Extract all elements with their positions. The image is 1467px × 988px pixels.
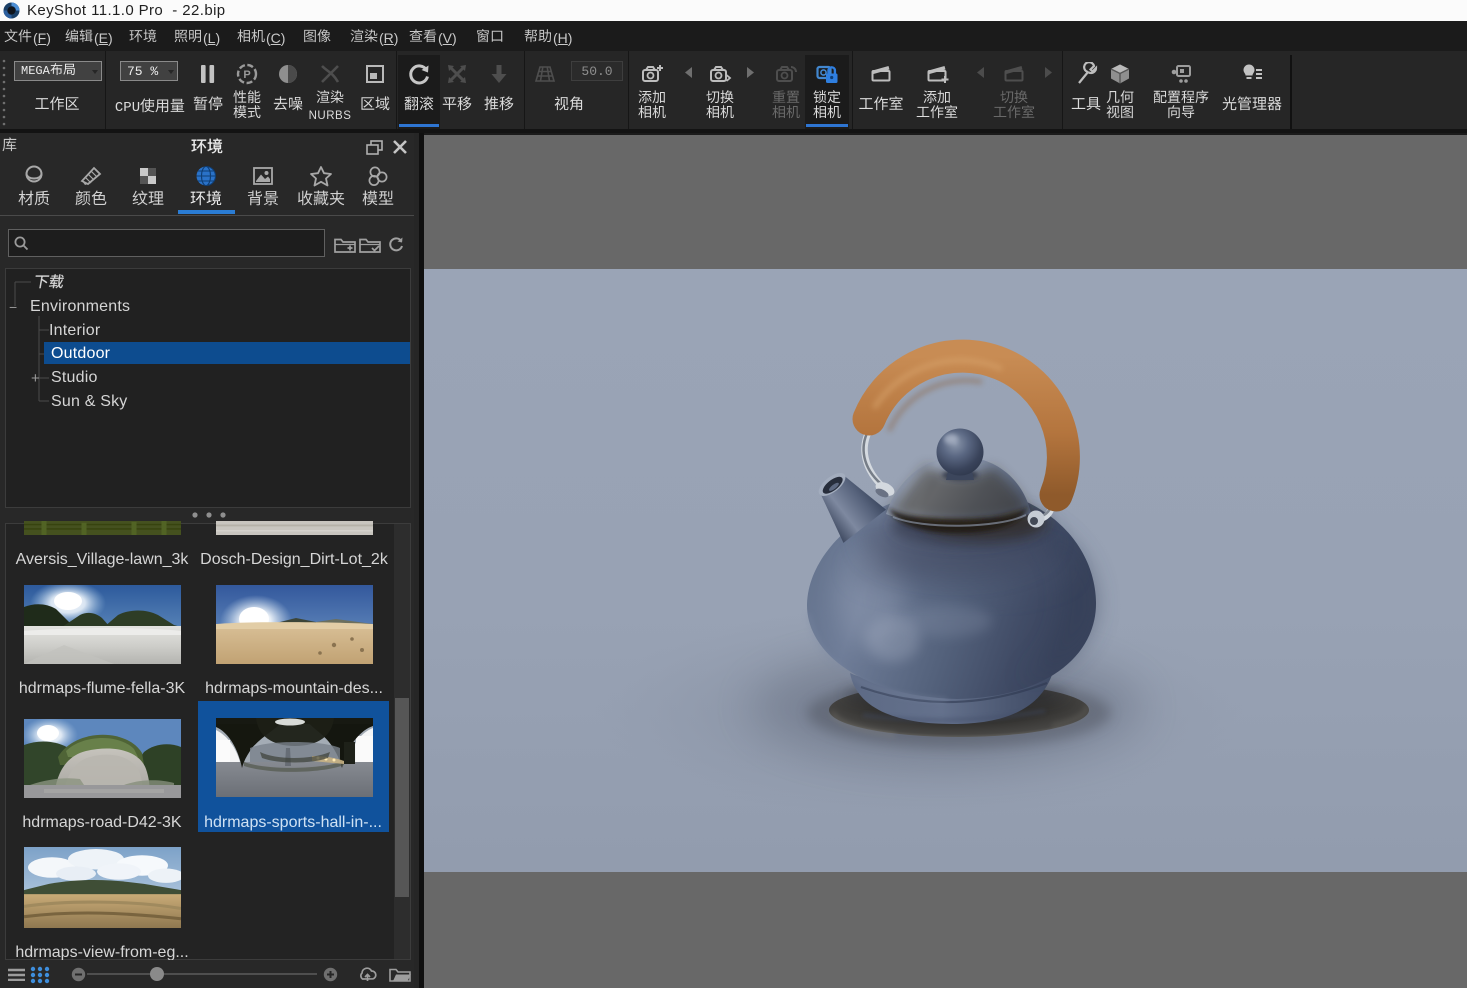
- svg-text:P: P: [243, 69, 250, 81]
